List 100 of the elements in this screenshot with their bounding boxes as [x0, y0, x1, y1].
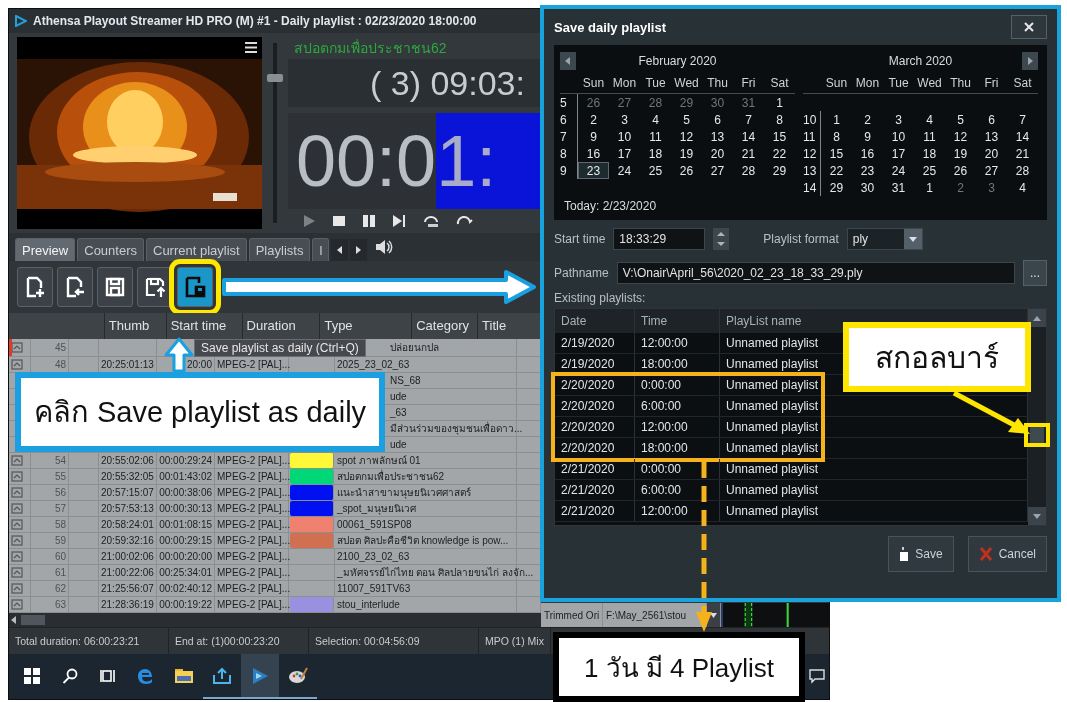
- calendar-day[interactable]: 9: [852, 128, 883, 145]
- calendar-day[interactable]: 26: [945, 162, 976, 179]
- scroll-thumb[interactable]: [1030, 427, 1044, 443]
- calendar-day[interactable]: 27: [702, 162, 733, 179]
- calendar-day[interactable]: 18: [914, 145, 945, 162]
- calendar-day[interactable]: 8: [821, 128, 852, 145]
- calendar-day[interactable]: 28: [733, 162, 764, 179]
- cancel-button[interactable]: Cancel: [967, 536, 1047, 572]
- calendar-day[interactable]: 23: [852, 162, 883, 179]
- calendar-day[interactable]: 12: [945, 128, 976, 145]
- scroll-left-button[interactable]: [331, 239, 349, 261]
- calendar-day[interactable]: 2: [578, 111, 609, 128]
- calendar-day[interactable]: 28: [640, 94, 671, 111]
- calendar-day[interactable]: 21: [733, 145, 764, 162]
- calendar-day[interactable]: 22: [821, 162, 852, 179]
- calendar-day[interactable]: 21: [1007, 145, 1038, 162]
- calendar-day[interactable]: 31: [733, 94, 764, 111]
- calendar-day[interactable]: 7: [733, 111, 764, 128]
- calendar-day[interactable]: 11: [640, 128, 671, 145]
- tab[interactable]: l: [312, 238, 330, 261]
- calendar-day[interactable]: 14: [1007, 128, 1038, 145]
- toolbar-button[interactable]: [17, 267, 53, 307]
- spin-button[interactable]: [713, 228, 730, 250]
- tab[interactable]: Current playlist: [146, 238, 247, 261]
- calendar-day[interactable]: 27: [609, 94, 640, 111]
- next-month-button[interactable]: [1022, 52, 1038, 70]
- calendar-day[interactable]: 15: [821, 145, 852, 162]
- calendar-day[interactable]: 3: [609, 111, 640, 128]
- toolbar-button[interactable]: [97, 267, 133, 307]
- calendar-day[interactable]: 25: [914, 162, 945, 179]
- calendar-day[interactable]: 13: [702, 128, 733, 145]
- calendar-day[interactable]: 10: [883, 128, 914, 145]
- pause-icon[interactable]: [362, 214, 376, 228]
- scroll-up-button[interactable]: [1028, 309, 1046, 327]
- previous-month-button[interactable]: [560, 52, 576, 70]
- calendar-day[interactable]: 1: [914, 179, 945, 196]
- calendar-day[interactable]: 27: [976, 162, 1007, 179]
- calendar-day[interactable]: 14: [733, 128, 764, 145]
- slider-thumb[interactable]: [267, 73, 283, 82]
- calendar-day[interactable]: 28: [1007, 162, 1038, 179]
- calendar-day[interactable]: 20: [976, 145, 1007, 162]
- tab[interactable]: Preview: [15, 238, 76, 261]
- calendar-day[interactable]: 17: [609, 145, 640, 162]
- start-time-field[interactable]: 18:33:29: [613, 228, 706, 250]
- column-header[interactable]: Time: [641, 314, 668, 328]
- browse-button[interactable]: ...: [1023, 260, 1047, 286]
- calendar-day[interactable]: 13: [976, 128, 1007, 145]
- scroll-thumb[interactable]: [21, 615, 45, 625]
- undo-icon[interactable]: [422, 214, 440, 228]
- calendar-day[interactable]: 31: [883, 179, 914, 196]
- calendar-day[interactable]: 2: [852, 111, 883, 128]
- calendar-day[interactable]: 30: [852, 179, 883, 196]
- calendar-day[interactable]: 26: [578, 94, 609, 111]
- calendar-day[interactable]: 8: [764, 111, 795, 128]
- calendar-day[interactable]: 18: [640, 145, 671, 162]
- calendar-day[interactable]: 4: [914, 111, 945, 128]
- calendar-day[interactable]: 4: [1007, 179, 1038, 196]
- calendar-day[interactable]: 4: [640, 111, 671, 128]
- save-button[interactable]: Save: [888, 536, 954, 572]
- calendar-day[interactable]: 16: [578, 145, 609, 162]
- scroll-down-button[interactable]: [1028, 507, 1046, 525]
- pathname-field[interactable]: V:\Onair\April_56\2020_02_23_18_33_29.ply: [616, 262, 1015, 284]
- skip-icon[interactable]: [392, 214, 406, 228]
- calendar-day[interactable]: 25: [640, 162, 671, 179]
- play-icon[interactable]: [302, 214, 316, 228]
- calendar-day[interactable]: 24: [883, 162, 914, 179]
- calendar-day[interactable]: 6: [702, 111, 733, 128]
- calendar-day[interactable]: 30: [702, 94, 733, 111]
- format-dropdown[interactable]: ply: [846, 228, 923, 250]
- calendar-day[interactable]: 3: [976, 179, 1007, 196]
- stop-icon[interactable]: [332, 214, 346, 228]
- calendar-day[interactable]: 29: [671, 94, 702, 111]
- dropdown-button[interactable]: [707, 603, 721, 627]
- column-header[interactable]: Date: [561, 314, 587, 328]
- calendar-day[interactable]: 29: [764, 162, 795, 179]
- calendar-day[interactable]: 7: [1007, 111, 1038, 128]
- calendar-day[interactable]: 16: [852, 145, 883, 162]
- calendar-day[interactable]: 6: [976, 111, 1007, 128]
- calendar-day[interactable]: 19: [945, 145, 976, 162]
- calendar-day[interactable]: 3: [883, 111, 914, 128]
- column-header[interactable]: PlayList name: [726, 314, 802, 328]
- calendar-day[interactable]: 29: [821, 179, 852, 196]
- tab[interactable]: Playlists: [248, 238, 311, 261]
- calendar-day[interactable]: 20: [702, 145, 733, 162]
- calendar-day[interactable]: 11: [914, 128, 945, 145]
- menu-icon[interactable]: [245, 42, 257, 53]
- calendar-day[interactable]: 23: [578, 162, 609, 179]
- scroll-right-button[interactable]: [350, 239, 368, 261]
- calendar-day[interactable]: 2: [945, 179, 976, 196]
- calendar-day[interactable]: 15: [764, 128, 795, 145]
- calendar-day[interactable]: 5: [945, 111, 976, 128]
- calendar-day[interactable]: 1: [764, 94, 795, 111]
- calendar-day[interactable]: 17: [883, 145, 914, 162]
- tab[interactable]: Counters: [77, 238, 144, 261]
- toolbar-button[interactable]: [57, 267, 93, 307]
- calendar-day[interactable]: 10: [609, 128, 640, 145]
- close-button[interactable]: [1011, 15, 1047, 39]
- speaker-icon[interactable]: [375, 239, 394, 255]
- calendar-day[interactable]: 22: [764, 145, 795, 162]
- calendar-day[interactable]: 24: [609, 162, 640, 179]
